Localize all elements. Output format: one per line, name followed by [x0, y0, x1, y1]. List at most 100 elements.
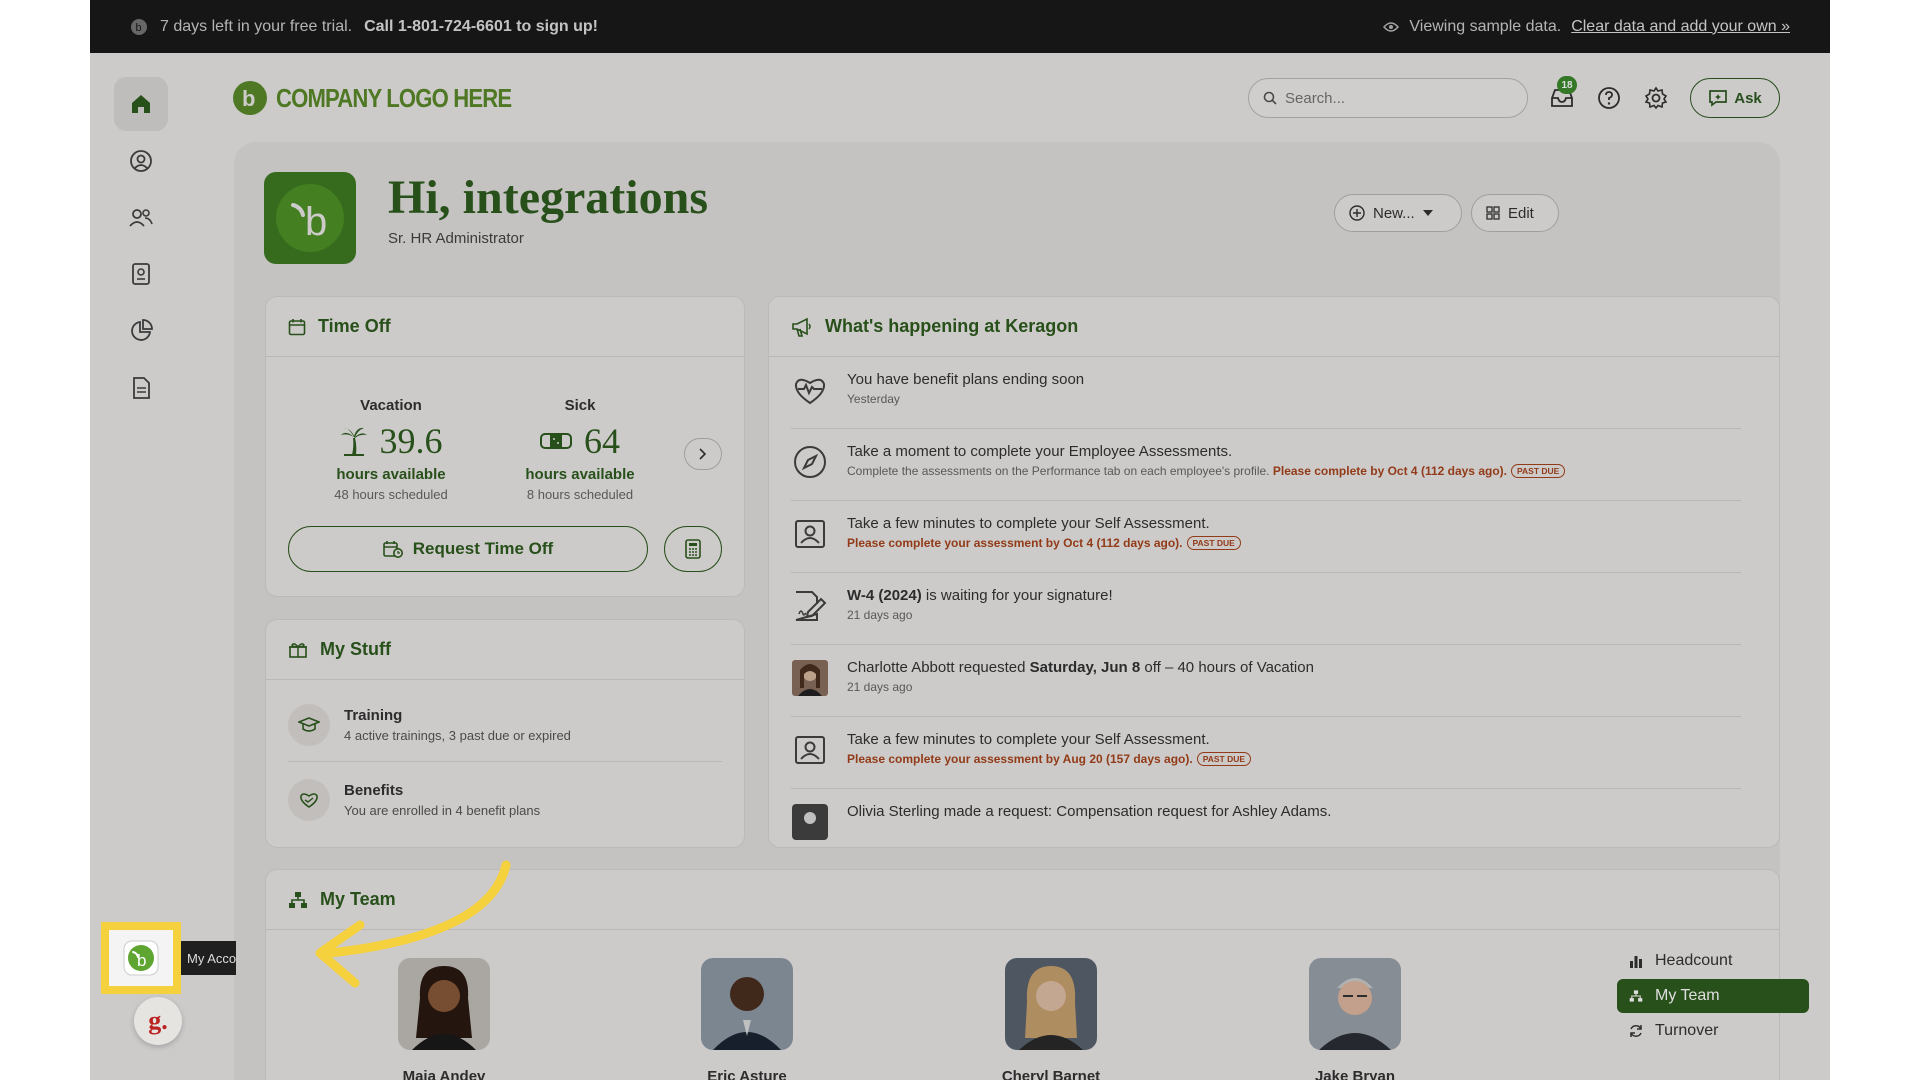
training-item[interactable]: Training 4 active trainings, 3 past due o…	[288, 688, 722, 762]
feed-item-employee-assessments[interactable]: Take a moment to complete your Employee …	[791, 429, 1741, 501]
settings-button[interactable]	[1642, 84, 1670, 112]
edit-button[interactable]: Edit	[1471, 194, 1559, 232]
search-box[interactable]	[1248, 78, 1528, 118]
ask-button[interactable]: Ask	[1690, 78, 1780, 118]
rail-files-button[interactable]	[114, 361, 168, 415]
feed-text: Take a few minutes to complete your Self…	[847, 515, 1241, 532]
person-photo-icon	[1309, 958, 1401, 1050]
search-input[interactable]	[1285, 90, 1485, 107]
vacation-balance[interactable]: Vacation 39.6 hours available 48 hours s…	[306, 397, 476, 502]
team-member-card[interactable]: Eric Asture	[672, 958, 822, 1080]
feed-due: Please complete your assessment by Aug 2…	[847, 752, 1193, 766]
bamboo-logo-icon: b	[275, 183, 345, 253]
my-stuff-title: My Stuff	[320, 639, 391, 660]
feed-item-self-assessment[interactable]: Take a few minutes to complete your Self…	[791, 501, 1741, 573]
signature-document-icon	[793, 590, 827, 622]
megaphone-icon	[791, 317, 813, 337]
team-view-label: Headcount	[1655, 952, 1732, 970]
user-circle-icon	[129, 149, 153, 173]
team-view-headcount[interactable]: Headcount	[1617, 944, 1809, 978]
vacation-scheduled: 48 hours scheduled	[306, 487, 476, 502]
grid-icon	[1486, 206, 1500, 220]
refresh-icon	[1629, 1024, 1643, 1038]
chevron-right-icon	[699, 448, 707, 460]
rail-home-button[interactable]	[114, 77, 168, 131]
bamboo-logo-icon: b	[130, 18, 148, 36]
team-view-my-team[interactable]: My Team	[1617, 979, 1809, 1013]
training-subtitle: 4 active trainings, 3 past due or expire…	[344, 728, 571, 743]
feed-item-benefit-plans[interactable]: You have benefit plans ending soon Yester…	[791, 357, 1741, 429]
feed-text-tail: off – 40 hours of Vacation	[1140, 659, 1314, 676]
team-view-turnover[interactable]: Turnover	[1617, 1014, 1809, 1048]
sick-balance[interactable]: Sick 64 hours available 8 hours schedule…	[495, 397, 665, 502]
team-member-name: Maja Andev	[369, 1068, 519, 1080]
requester-avatar	[791, 659, 829, 697]
person-card-icon	[794, 735, 826, 765]
feed-bold: W-4 (2024)	[847, 587, 922, 604]
team-member-card[interactable]: Jake Bryan	[1280, 958, 1430, 1080]
past-due-badge: PAST DUE	[1511, 464, 1565, 478]
my-account-highlight[interactable]: b	[101, 922, 181, 994]
person-photo-icon	[792, 660, 828, 696]
my-stuff-header: My Stuff	[266, 620, 744, 680]
feed-time: Yesterday	[847, 392, 1084, 406]
team-member-photo	[1309, 958, 1401, 1050]
sample-data-note: Viewing sample data.	[1409, 18, 1561, 36]
trial-banner: b 7 days left in your free trial. Call 1…	[90, 0, 1830, 53]
pie-chart-icon	[129, 319, 153, 343]
gear-icon	[1644, 86, 1668, 110]
benefits-item[interactable]: BenefitsYou are enrolled in 4 benefit pl…	[288, 763, 722, 837]
trial-cta: Call 1-801-724-6601 to sign up!	[364, 18, 598, 36]
person-card-icon	[794, 519, 826, 549]
page-title: Hi, integrations	[388, 170, 708, 225]
person-photo-icon	[701, 958, 793, 1050]
compass-icon	[793, 445, 827, 479]
org-chart-icon	[1629, 989, 1643, 1003]
search-icon	[1263, 91, 1277, 105]
heart-pulse-icon	[793, 375, 827, 405]
team-view-label: My Team	[1655, 987, 1720, 1005]
team-member-name: Cheryl Barnet	[976, 1068, 1126, 1080]
logo-text: COMPANY LOGO HERE	[276, 83, 511, 114]
sick-hours: 64	[584, 420, 620, 462]
rail-profile-button[interactable]	[114, 134, 168, 188]
feed-item-time-off-request[interactable]: Charlotte Abbott requested Saturday, Jun…	[791, 645, 1741, 717]
feed-item-self-assessment-2[interactable]: Take a few minutes to complete your Self…	[791, 717, 1741, 789]
team-member-card[interactable]: Cheryl Barnet	[976, 958, 1126, 1080]
guide-launcher-button[interactable]: g.	[134, 997, 182, 1045]
my-stuff-card: My Stuff Training 4 active trainings, 3 p…	[265, 619, 745, 848]
feed-item-compensation-request[interactable]: Olivia Sterling made a request: Compensa…	[791, 789, 1741, 848]
new-dropdown-button[interactable]: New...	[1334, 194, 1462, 232]
trial-message: 7 days left in your free trial.	[160, 18, 352, 36]
feed-time: 21 days ago	[847, 680, 1314, 694]
clear-data-link[interactable]: Clear data and add your own »	[1571, 18, 1790, 36]
help-button[interactable]	[1595, 84, 1623, 112]
calculator-icon	[685, 539, 701, 559]
calculator-button[interactable]	[664, 526, 722, 572]
app-frame: b 7 days left in your free trial. Call 1…	[90, 0, 1830, 1080]
vacation-hours: 39.6	[380, 420, 443, 462]
profile-avatar[interactable]: b	[264, 172, 356, 264]
calendar-clock-icon	[383, 540, 403, 558]
whats-happening-title: What's happening at Keragon	[825, 316, 1078, 337]
rail-reports-button[interactable]	[114, 304, 168, 358]
company-logo[interactable]: b COMPANY LOGO HERE	[232, 80, 553, 116]
person-photo-icon	[1005, 958, 1097, 1050]
document-icon	[131, 376, 151, 400]
calendar-icon	[288, 318, 306, 336]
svg-text:b: b	[136, 22, 142, 34]
rail-directory-button[interactable]	[114, 247, 168, 301]
edit-label: Edit	[1508, 205, 1534, 222]
training-title: Training	[344, 707, 571, 724]
team-member-name: Eric Asture	[672, 1068, 822, 1080]
gift-box-icon	[288, 642, 308, 658]
request-time-off-button[interactable]: Request Time Off	[288, 526, 648, 572]
sick-label: Sick	[495, 397, 665, 414]
feed-text: You have benefit plans ending soon	[847, 371, 1084, 388]
feed-text: Take a moment to complete your Employee …	[847, 443, 1565, 460]
feed-item-w4-signature[interactable]: W-4 (2024) is waiting for your signature…	[791, 573, 1741, 645]
rail-people-button[interactable]	[114, 191, 168, 245]
svg-text:b: b	[137, 951, 146, 970]
next-balance-button[interactable]	[684, 438, 722, 470]
team-member-name: Jake Bryan	[1280, 1068, 1430, 1080]
